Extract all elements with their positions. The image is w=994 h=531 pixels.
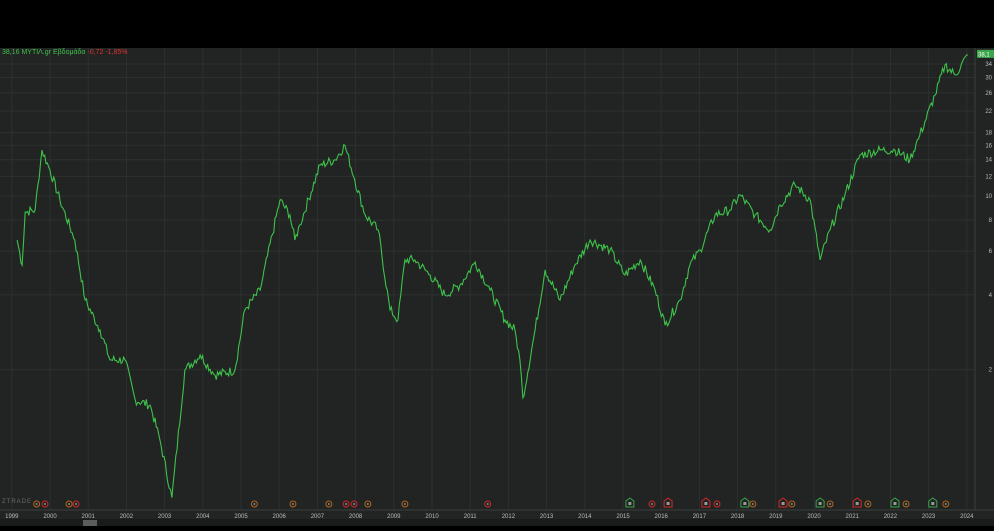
event-marker-D[interactable]: [864, 500, 872, 508]
event-marker-ER[interactable]: [852, 497, 862, 508]
y-tick-label: 16: [985, 143, 992, 149]
legend-symbol: 38,16 ΜΥΤΙΛ.gr Εβδομάδα: [2, 49, 86, 56]
last-price-label: 38,1: [978, 52, 990, 58]
earnings-dot: [743, 502, 747, 505]
price-chart[interactable]: 1999 2000 2001 2002 2003 2004 2005 2006 2007 2008…: [0, 48, 994, 526]
earnings-dot: [855, 502, 859, 505]
marker-dot: [866, 503, 869, 505]
earnings-dot: [666, 502, 670, 505]
marker-dot: [829, 503, 832, 505]
y-tick-label: 10: [985, 194, 992, 200]
marker-dot: [651, 503, 654, 505]
y-tick-label: 2: [989, 368, 993, 374]
y-tick-label: 14: [985, 158, 992, 164]
marker-dot: [486, 503, 489, 505]
event-marker-D[interactable]: [250, 500, 258, 508]
earnings-dot: [704, 502, 708, 505]
legend-change: -0,72 -1,85%: [87, 49, 128, 56]
event-marker-D[interactable]: [826, 500, 834, 508]
event-marker-D[interactable]: [65, 500, 73, 508]
event-marker-R[interactable]: [342, 500, 350, 508]
y-tick-label: 34: [985, 62, 992, 68]
marker-dot: [74, 503, 77, 505]
event-marker-EG[interactable]: [625, 497, 635, 508]
y-tick-label: 30: [985, 75, 992, 81]
event-marker-D[interactable]: [364, 500, 372, 508]
y-tick-label: 22: [985, 109, 992, 115]
y-tick-label: 8: [989, 218, 993, 224]
marker-dot: [345, 503, 348, 505]
marker-dot: [291, 503, 294, 505]
event-marker-D[interactable]: [902, 500, 910, 508]
scrollbar-thumb[interactable]: [83, 520, 97, 526]
earnings-dot: [781, 502, 785, 505]
marker-dot: [366, 503, 369, 505]
time-scrollbar[interactable]: [0, 519, 994, 526]
event-marker-EG[interactable]: [740, 497, 750, 508]
event-marker-EG[interactable]: [890, 497, 900, 508]
earnings-dot: [818, 502, 822, 505]
y-tick-label: 26: [985, 91, 992, 97]
event-marker-D[interactable]: [33, 500, 41, 508]
marker-dot: [403, 503, 406, 505]
marker-dot: [353, 503, 356, 505]
earnings-dot: [628, 502, 632, 505]
chart-area[interactable]: 1999 2000 2001 2002 2003 2004 2005 2006 2007 2008…: [0, 48, 994, 526]
marker-dot: [68, 503, 71, 505]
y-tick-label: 4: [989, 293, 993, 299]
marker-dot: [905, 503, 908, 505]
event-marker-D[interactable]: [788, 500, 796, 508]
event-marker-R[interactable]: [350, 500, 358, 508]
event-marker-D[interactable]: [942, 500, 950, 508]
event-marker-EG[interactable]: [815, 497, 825, 508]
event-marker-ER[interactable]: [778, 497, 788, 508]
y-tick-label: 18: [985, 131, 992, 137]
y-tick-label: 6: [989, 249, 993, 255]
event-marker-EG[interactable]: [928, 497, 938, 508]
event-marker-R[interactable]: [41, 500, 49, 508]
marker-dot: [790, 503, 793, 505]
event-marker-D[interactable]: [289, 500, 297, 508]
price-line: [16, 54, 968, 498]
event-marker-ER[interactable]: [663, 497, 673, 508]
earnings-dot: [931, 502, 935, 505]
event-marker-D[interactable]: [401, 500, 409, 508]
event-marker-D[interactable]: [749, 500, 757, 508]
event-marker-R[interactable]: [713, 500, 721, 508]
event-marker-D[interactable]: [325, 500, 333, 508]
event-marker-R[interactable]: [484, 500, 492, 508]
marker-dot: [44, 503, 47, 505]
marker-dot: [253, 503, 256, 505]
y-tick-label: 12: [985, 174, 992, 180]
top-black-bar: [0, 0, 994, 48]
event-marker-R[interactable]: [72, 500, 80, 508]
marker-dot: [944, 503, 947, 505]
event-marker-R[interactable]: [648, 500, 656, 508]
brand-watermark: ZTRADE: [2, 499, 32, 505]
marker-dot: [35, 503, 38, 505]
earnings-dot: [893, 502, 897, 505]
marker-dot: [327, 503, 330, 505]
marker-dot: [751, 503, 754, 505]
chart-legend: 38,16 ΜΥΤΙΛ.gr Εβδομάδα -0,72 -1,85%: [2, 48, 128, 57]
event-marker-ER[interactable]: [701, 497, 711, 508]
marker-dot: [715, 503, 718, 505]
